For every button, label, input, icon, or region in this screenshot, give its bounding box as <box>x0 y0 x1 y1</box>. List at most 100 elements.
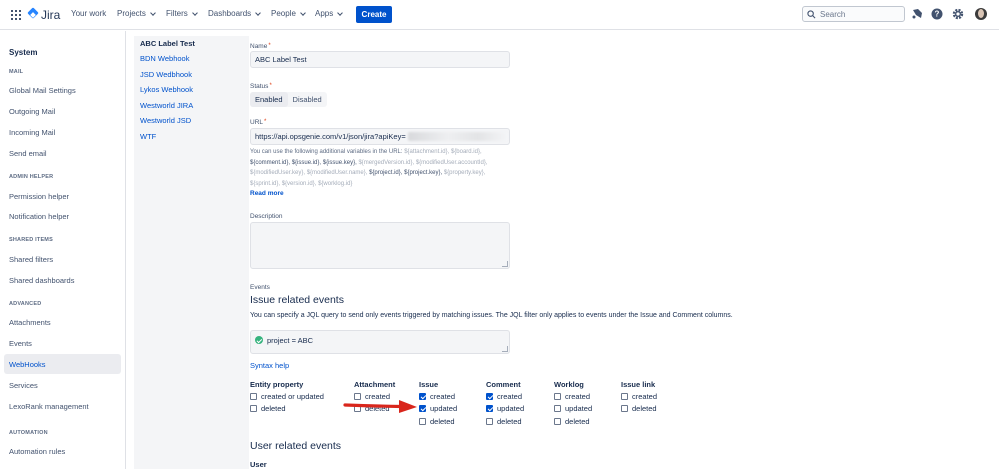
event-checkbox-created[interactable]: created <box>554 390 592 403</box>
nav-label: Dashboards <box>208 9 252 18</box>
checkbox-checked-icon[interactable] <box>486 405 493 413</box>
webhook-item[interactable]: Lykos Webhook <box>140 85 193 94</box>
checkbox-checked-icon[interactable] <box>419 405 426 413</box>
avatar[interactable] <box>975 8 987 20</box>
chevron-down-icon <box>300 9 306 16</box>
url-variable: ${project.id}, <box>369 170 403 177</box>
url-variable: ${property.key}, <box>443 170 486 177</box>
checkbox-unchecked-icon[interactable] <box>486 417 493 425</box>
help-icon[interactable]: ? <box>931 8 943 20</box>
event-column-entity-property: Entity property created or updated deleted <box>250 380 324 415</box>
nav-projects[interactable]: Projects <box>117 9 156 18</box>
search-icon <box>807 9 816 18</box>
event-checkbox-created[interactable]: created <box>621 390 657 403</box>
nav-label: Filters <box>166 9 188 18</box>
webhook-item[interactable]: JSD Wedbhook <box>140 70 192 79</box>
webhook-list: ABC Label Test BDN Webhook JSD Wedbhook … <box>134 36 249 469</box>
sidebar-item-shared-dashboards[interactable]: Shared dashboards <box>4 270 121 290</box>
checkbox-label: created <box>632 391 658 401</box>
checkbox-unchecked-icon[interactable] <box>554 392 561 400</box>
chevron-down-icon <box>337 9 344 16</box>
event-checkbox-updated[interactable]: updated <box>486 403 524 416</box>
sidebar-item-lexorank-management[interactable]: LexoRank management <box>4 396 121 416</box>
app-switcher-icon[interactable] <box>11 10 21 20</box>
chevron-down-icon <box>191 9 198 16</box>
event-column-title: Issue <box>419 380 439 389</box>
event-column-issue-link: Issue link created deleted <box>621 380 657 415</box>
sidebar-item-send-email[interactable]: Send email <box>4 143 121 163</box>
sidebar-item-shared-filters[interactable]: Shared filters <box>4 249 121 269</box>
checkbox-unchecked-icon[interactable] <box>554 417 561 425</box>
webhook-item[interactable]: BDN Webhook <box>140 54 189 63</box>
event-checkbox-deleted[interactable]: deleted <box>486 415 524 428</box>
create-button[interactable]: Create <box>356 6 392 23</box>
event-checkbox-deleted[interactable]: deleted <box>621 403 657 416</box>
nav-label: Apps <box>315 9 334 18</box>
checkbox-unchecked-icon[interactable] <box>250 405 257 413</box>
sidebar-item-permission-helper[interactable]: Permission helper <box>4 186 121 206</box>
checkbox-unchecked-icon[interactable] <box>621 392 628 400</box>
checkbox-label: updated <box>565 404 593 414</box>
sidebar-item-events[interactable]: Events <box>4 333 121 353</box>
checkbox-unchecked-icon[interactable] <box>621 405 628 413</box>
event-checkbox-deleted[interactable]: deleted <box>419 415 457 428</box>
status-disabled-option[interactable]: Disabled <box>288 92 327 107</box>
checkbox-label: deleted <box>261 404 286 414</box>
event-checkbox-created[interactable]: created <box>486 390 524 403</box>
sidebar-item-webhooks[interactable]: WebHooks <box>4 354 121 374</box>
sidebar-item-outgoing-mail[interactable]: Outgoing Mail <box>4 101 121 121</box>
nav-your-work[interactable]: Your work <box>71 9 106 18</box>
notifications-icon[interactable] <box>911 8 923 20</box>
url-variable: ${mergedVersion.id}, <box>358 159 415 166</box>
checkbox-checked-icon[interactable] <box>486 392 493 400</box>
nav-label: Your work <box>71 9 107 18</box>
event-checkbox-created-or-updated[interactable]: created or updated <box>250 390 324 403</box>
webhook-item[interactable]: Westworld JIRA <box>140 101 193 110</box>
checkbox-unchecked-icon[interactable] <box>419 417 426 425</box>
checkbox-unchecked-icon[interactable] <box>250 392 257 400</box>
name-field[interactable]: ABC Label Test <box>250 51 510 68</box>
search-input[interactable]: Search <box>802 6 905 22</box>
url-variable: ${modifiedUser.key}, <box>250 170 306 177</box>
admin-sidebar: System MAIL Global Mail Settings Outgoin… <box>0 31 126 469</box>
nav-dashboards[interactable]: Dashboards <box>208 9 261 18</box>
event-checkbox-deleted[interactable]: deleted <box>250 403 324 416</box>
url-variable: ${comment.id}, <box>250 159 291 166</box>
webhook-item[interactable]: Westworld JSD <box>140 116 191 125</box>
sidebar-item-notification-helper[interactable]: Notification helper <box>4 206 121 226</box>
syntax-help-link[interactable]: Syntax help <box>250 361 289 370</box>
webhook-item[interactable]: WTF <box>140 132 156 141</box>
event-column-title: Entity property <box>250 380 304 389</box>
sidebar-item-automation-rules[interactable]: Automation rules <box>4 441 121 461</box>
url-field[interactable]: https://api.opsgenie.com/v1/json/jira?ap… <box>250 128 510 145</box>
sidebar-item-incoming-mail[interactable]: Incoming Mail <box>4 122 121 142</box>
sidebar-section-heading: ADVANCED <box>9 301 42 307</box>
jql-filter-input[interactable]: project = ABC <box>250 330 510 354</box>
sidebar-item-attachments[interactable]: Attachments <box>4 312 121 332</box>
description-textarea[interactable] <box>250 222 510 269</box>
checkbox-unchecked-icon[interactable] <box>554 405 561 413</box>
name-label-text: Name <box>250 43 268 50</box>
sidebar-item-services[interactable]: Services <box>4 375 121 395</box>
read-more-link[interactable]: Read more <box>250 190 284 197</box>
jira-logo[interactable]: Jira <box>27 8 60 22</box>
status-enabled-option[interactable]: Enabled <box>250 92 288 107</box>
nav-label: Projects <box>117 9 146 18</box>
required-marker: * <box>269 83 272 89</box>
nav-people[interactable]: People <box>271 9 306 18</box>
event-checkbox-deleted[interactable]: deleted <box>554 415 592 428</box>
sidebar-item-global-mail-settings[interactable]: Global Mail Settings <box>4 80 121 100</box>
event-checkbox-updated[interactable]: updated <box>554 403 592 416</box>
nav-apps[interactable]: Apps <box>315 9 344 18</box>
settings-icon[interactable] <box>952 8 964 20</box>
issue-events-heading: Issue related events <box>250 294 344 306</box>
nav-filters[interactable]: Filters <box>166 9 198 18</box>
event-checkbox-created[interactable]: created <box>419 390 457 403</box>
checkbox-label: deleted <box>632 404 657 414</box>
checkbox-label: updated <box>430 404 458 414</box>
event-checkbox-updated[interactable]: updated <box>419 403 457 416</box>
webhook-item-selected[interactable]: ABC Label Test <box>140 39 195 48</box>
checkbox-checked-icon[interactable] <box>419 392 426 400</box>
chevron-down-icon <box>255 9 261 16</box>
product-name: Jira <box>41 8 61 22</box>
